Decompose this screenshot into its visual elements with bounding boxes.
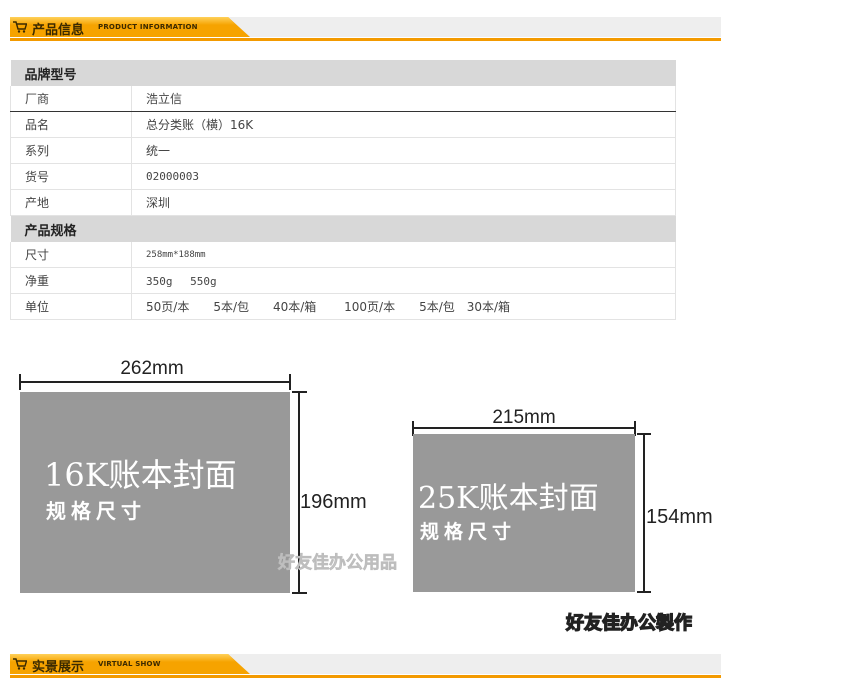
table-row: 品名 总分类账（横）16K (10, 111, 676, 138)
table-row: 厂商 浩立信 (10, 86, 676, 112)
product-info-banner: 产品信息 PRODUCT INFORMATION (10, 17, 721, 45)
table-row: 尺寸 258mm*188mm (10, 242, 676, 268)
row-value: 350g 550g (131, 267, 676, 294)
virtual-show-banner: 实景展示 VIRTUAL SHOW (10, 654, 721, 682)
table-row: 货号 02000003 (10, 163, 676, 190)
width-label-16k: 262mm (120, 358, 183, 379)
table-row: 系列 统一 (10, 137, 676, 164)
brand-model-header: 品牌型号 (10, 60, 676, 86)
cover-title-25k: 25K账本封面 (418, 481, 599, 516)
row-value: 浩立信 (131, 86, 676, 112)
watermark-center: 好友佳办公用品 (277, 552, 397, 572)
height-label-25k: 154mm (646, 506, 713, 528)
table-row: 单位 50页/本 5本/包 40本/箱 100页/本 5本/包 30本/箱 (10, 293, 676, 320)
row-value: 总分类账（横）16K (131, 111, 676, 138)
banner-title-cn: 产品信息 (32, 23, 85, 38)
row-value: 统一 (131, 137, 676, 164)
row-key: 单位 (10, 293, 132, 320)
cart-icon (13, 658, 27, 670)
row-key: 净重 (10, 267, 132, 294)
spec-table: 品牌型号 厂商 浩立信 品名 总分类账（横）16K 系列 统一 货号 02000… (10, 60, 676, 320)
row-key: 货号 (10, 163, 132, 190)
row-key: 厂商 (10, 86, 132, 112)
cover-title-16k: 16K账本封面 (44, 456, 237, 494)
row-value: 深圳 (131, 189, 676, 216)
banner-title-en: PRODUCT INFORMATION (98, 23, 198, 31)
row-key: 品名 (10, 111, 132, 138)
banner-title-en: VIRTUAL SHOW (98, 660, 161, 668)
cover-subtitle-16k: 规格尺寸 (46, 499, 146, 523)
table-row: 净重 350g 550g (10, 267, 676, 294)
banner-title-cn: 实景展示 (32, 660, 85, 675)
watermark-corner: 好友佳办公製作 (565, 612, 692, 633)
row-value: 02000003 (131, 163, 676, 190)
cover-subtitle-25k: 规格尺寸 (420, 520, 516, 543)
row-value: 50页/本 5本/包 40本/箱 100页/本 5本/包 30本/箱 (131, 293, 676, 320)
row-value: 258mm*188mm (131, 242, 676, 268)
height-label-16k: 196mm (300, 491, 367, 513)
product-spec-header: 产品规格 (10, 215, 676, 242)
row-key: 尺寸 (10, 242, 132, 268)
row-key: 产地 (10, 189, 132, 216)
row-key: 系列 (10, 137, 132, 164)
table-row: 产地 深圳 (10, 189, 676, 216)
width-label-25k: 215mm (492, 407, 555, 428)
banner-underline (10, 38, 721, 41)
banner-underline (10, 675, 721, 678)
size-diagram: 262mm 196mm 16K账本封面 规格尺寸 215mm 154mm 25K… (19, 358, 713, 634)
cart-icon (13, 21, 27, 33)
cover-25k: 215mm 154mm 25K账本封面 规格尺寸 (412, 407, 713, 593)
